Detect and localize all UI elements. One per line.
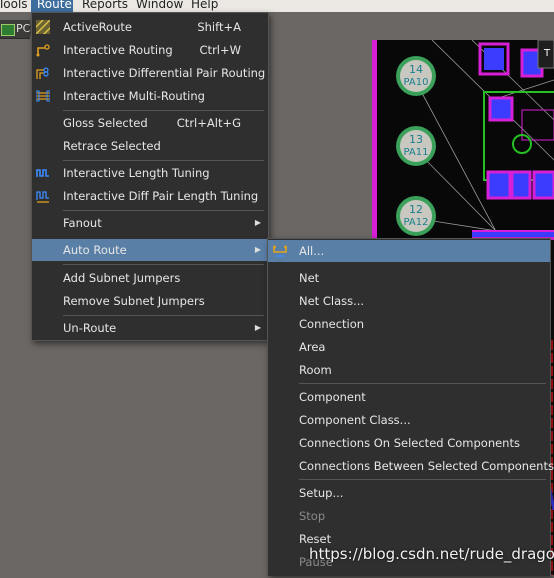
submenu-item-component-class[interactable]: Component Class... (268, 409, 550, 431)
pcb-corner-label: T (543, 48, 551, 59)
submenu-item-component[interactable]: Component (268, 386, 550, 408)
pad-pa11[interactable]: 13 PA11 (396, 126, 436, 166)
submenu-item-room[interactable]: Room (268, 359, 550, 381)
menu-item-shortcut: Ctrl+Alt+G (176, 116, 241, 130)
diff-pair-length-tuning-icon (36, 191, 49, 203)
pcb-doc-icon (1, 24, 15, 36)
menu-separator (63, 315, 264, 316)
menu-item-un-route[interactable]: Un-Route ▶ (32, 317, 268, 339)
menu-item-label: Interactive Differential Pair Routing (63, 66, 266, 80)
menu-separator (299, 479, 546, 480)
menu-item-label: Net (299, 271, 320, 285)
menu-item-length-tuning[interactable]: Interactive Length Tuning (32, 162, 268, 184)
menu-item-label: All... (299, 244, 325, 258)
menu-item-fanout[interactable]: Fanout ▶ (32, 212, 268, 234)
menu-item-add-subnet-jumpers[interactable]: Add Subnet Jumpers (32, 267, 268, 289)
submenu-item-stop: Stop (268, 505, 550, 527)
submenu-item-all[interactable]: All... (268, 240, 550, 262)
pad-name: PA10 (404, 77, 429, 88)
menu-item-label: Fanout (63, 216, 102, 230)
pad-pa12[interactable]: 12 PA12 (396, 196, 436, 236)
route-menu: ActiveRoute Shift+A Interactive Routing … (31, 12, 269, 341)
submenu-arrow-icon: ▶ (254, 323, 261, 332)
submenu-item-setup[interactable]: Setup... (268, 482, 550, 504)
trace-blue-bar (472, 232, 554, 237)
menu-item-label: Room (299, 363, 332, 377)
menu-item-auto-route[interactable]: Auto Route ▶ (32, 239, 268, 261)
menu-item-label: Connections On Selected Components (299, 436, 520, 450)
menu-separator (299, 383, 546, 384)
menu-item-retrace-selected[interactable]: Retrace Selected (32, 135, 268, 157)
component-pad-1 (488, 96, 514, 122)
menu-separator (63, 160, 264, 161)
component-pad-4 (532, 170, 554, 200)
menu-item-label: Un-Route (63, 321, 117, 335)
submenu-arrow-icon: ▶ (254, 218, 261, 227)
pad-number: 14 (409, 63, 423, 76)
menu-item-label: Retrace Selected (63, 139, 161, 153)
submenu-item-connection[interactable]: Connection (268, 313, 550, 335)
menu-item-shortcut: Ctrl+W (199, 43, 241, 57)
menu-item-shortcut: Shift+A (197, 20, 241, 34)
pad-number: 13 (409, 133, 423, 146)
menu-item-label: Interactive Length Tuning (63, 166, 210, 180)
active-route-icon (36, 20, 50, 34)
menu-item-gloss-selected[interactable]: Gloss Selected Ctrl+Alt+G (32, 112, 268, 134)
watermark-text: https://blog.csdn.net/rude_dragon (309, 545, 554, 563)
length-tuning-icon (36, 169, 49, 177)
component-pad-3 (510, 170, 532, 200)
menu-help[interactable]: Help (191, 0, 218, 12)
submenu-item-connections-between-selected[interactable]: Connections Between Selected Components (268, 455, 554, 477)
pad-name: PA12 (404, 217, 429, 228)
submenu-item-area[interactable]: Area (268, 336, 550, 358)
menu-item-diff-pair-length-tuning[interactable]: Interactive Diff Pair Length Tuning (32, 185, 268, 207)
menu-item-label: Interactive Routing (63, 43, 173, 57)
pcb-document-tab[interactable]: PCB (0, 20, 30, 39)
menu-item-remove-subnet-jumpers[interactable]: Remove Subnet Jumpers (32, 290, 268, 312)
menu-item-label: Area (299, 340, 326, 354)
menu-item-label: Component Class... (299, 413, 411, 427)
menu-separator (63, 264, 264, 265)
pcb-document-tab-label: PCB (16, 22, 30, 35)
menu-item-label: Stop (299, 509, 326, 523)
menu-window[interactable]: Window (136, 0, 183, 12)
menu-item-label: Gloss Selected (63, 116, 148, 130)
diff-pair-routing-icon (36, 67, 49, 79)
interactive-routing-icon (36, 44, 50, 57)
menu-bar: Tools Route Reports Window Help (0, 0, 554, 12)
auto-route-submenu: All... Net Net Class... Connection Area … (267, 238, 554, 576)
menu-tools[interactable]: Tools (0, 0, 28, 12)
component-pad-2 (486, 170, 512, 200)
pad-number: 12 (409, 203, 423, 216)
autoroute-all-icon (273, 245, 287, 257)
menu-item-label: Component (299, 390, 366, 404)
menu-item-label: Auto Route (63, 243, 127, 257)
submenu-item-net[interactable]: Net (268, 267, 550, 289)
pad-pa10[interactable]: 14 PA10 (396, 56, 436, 96)
menu-item-diff-pair-routing[interactable]: Interactive Differential Pair Routing (32, 62, 268, 84)
menu-item-label: Add Subnet Jumpers (63, 271, 181, 285)
menu-item-label: Net Class... (299, 294, 365, 308)
smd-pad-top-1-fill (484, 48, 504, 70)
submenu-arrow-icon: ▶ (254, 245, 261, 254)
menu-item-label: Remove Subnet Jumpers (63, 294, 205, 308)
menu-reports[interactable]: Reports (82, 0, 128, 12)
menu-separator (63, 110, 264, 111)
menu-item-label: Interactive Diff Pair Length Tuning (63, 189, 259, 203)
menu-item-label: Setup... (299, 486, 344, 500)
menu-item-label: Connection (299, 317, 365, 331)
menu-item-label: Connections Between Selected Components (299, 459, 554, 473)
menu-item-active-route[interactable]: ActiveRoute Shift+A (32, 16, 268, 38)
menu-item-interactive-routing[interactable]: Interactive Routing Ctrl+W (32, 39, 268, 61)
menu-item-label: ActiveRoute (63, 20, 132, 34)
menu-item-label: Interactive Multi-Routing (63, 89, 205, 103)
menu-separator (63, 210, 264, 211)
submenu-item-net-class[interactable]: Net Class... (268, 290, 550, 312)
menu-route[interactable]: Route (31, 0, 73, 12)
menu-item-multi-routing[interactable]: Interactive Multi-Routing (32, 85, 268, 107)
multi-routing-icon (36, 90, 50, 102)
pad-name: PA11 (404, 147, 429, 158)
submenu-item-connections-on-selected[interactable]: Connections On Selected Components (268, 432, 550, 454)
